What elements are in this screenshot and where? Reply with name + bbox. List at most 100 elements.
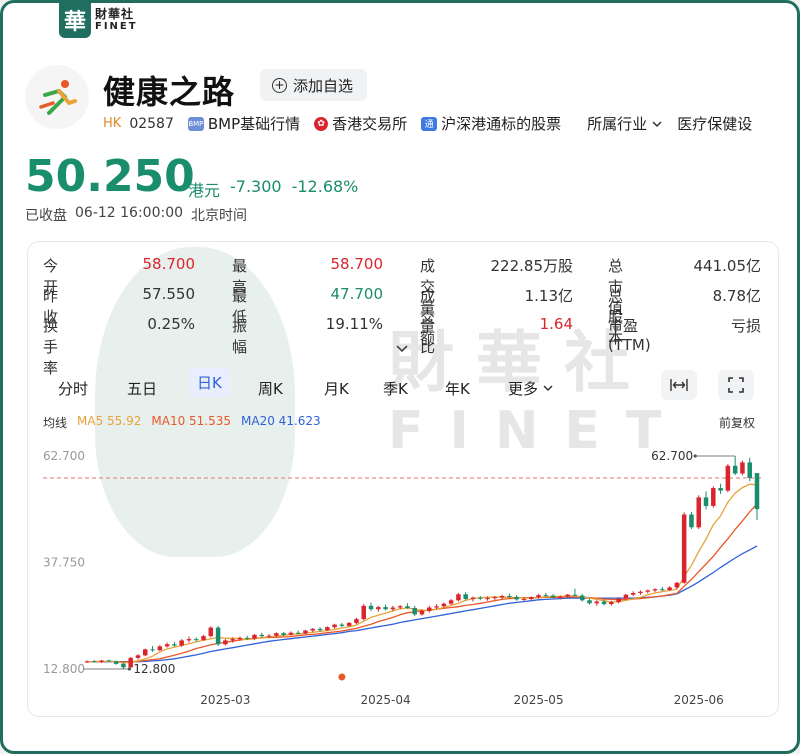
adjustment-selector[interactable]: 前复权	[719, 414, 755, 431]
candle-body	[441, 603, 447, 607]
market-time: 06-12 16:00:00	[75, 205, 184, 221]
candle-body	[288, 632, 294, 635]
add-to-watchlist-label: 添加自选	[293, 76, 354, 95]
candle-body	[572, 594, 578, 596]
candle-body	[281, 633, 286, 635]
y-tick-label: 62.700	[43, 449, 85, 463]
candle-body	[703, 497, 709, 506]
candle-body	[448, 600, 454, 604]
ma5-value: MA5 55.92	[77, 414, 142, 428]
candlestick-chart[interactable]: 62.700 37.750 12.800 62.700 12.800 2025-03 202…	[43, 443, 763, 711]
stock-code: 02587	[129, 115, 174, 132]
candle-body	[434, 606, 439, 608]
x-tick-label: 2025-06	[674, 693, 724, 707]
tab-yearly-k[interactable]: 年K	[445, 378, 470, 399]
tab-weekly-k[interactable]: 周K	[258, 378, 283, 399]
candle-body	[696, 497, 701, 528]
expand-quote-button[interactable]	[395, 343, 409, 359]
candle-body	[427, 607, 432, 611]
candle-body	[514, 596, 519, 600]
candle-body	[193, 639, 199, 641]
candle-body	[478, 597, 483, 599]
candle-body	[346, 622, 352, 626]
x-tick-label: 2025-05	[513, 693, 563, 707]
chevron-down-icon	[652, 120, 662, 127]
candle-body	[106, 660, 112, 662]
fit-width-button[interactable]	[661, 370, 697, 400]
currency-label: 港元	[188, 181, 221, 200]
hk-flag-icon: ✿	[314, 116, 329, 131]
stock-tag-row: HK 02587 BMP BMP基础行情 ✿ 香港交易所 通 沪深港通标的股票 …	[103, 113, 797, 134]
ma10-value: MA10 51.535	[151, 414, 232, 428]
tab-more[interactable]: 更多	[508, 378, 554, 399]
candle-body	[740, 462, 745, 474]
candle-body	[754, 473, 760, 510]
candle-body	[390, 607, 396, 610]
candle-body	[244, 637, 250, 639]
tag-bmp[interactable]: BMP BMP基础行情	[187, 113, 300, 134]
brand-name-cn: 財華社	[95, 7, 135, 21]
tab-intraday[interactable]: 分时	[58, 378, 88, 399]
candle-body	[201, 636, 206, 640]
candle-body	[84, 661, 90, 663]
event-marker-icon	[338, 673, 346, 681]
last-price: 50.250	[25, 151, 195, 202]
candle-body	[652, 589, 658, 591]
candle-body	[354, 619, 359, 623]
tag-hkex-label: 香港交易所	[332, 115, 408, 133]
quote-label: 振幅	[232, 317, 248, 356]
finet-brand-logo: 華 財華社 FINET	[55, 3, 147, 40]
industry-value[interactable]: 医疗保健设	[677, 113, 752, 134]
tag-hkex[interactable]: ✿ 香港交易所	[314, 113, 407, 134]
candle-body	[536, 595, 541, 598]
candle-body	[274, 633, 279, 636]
candle-body	[463, 594, 468, 599]
fullscreen-icon	[728, 377, 744, 393]
finet-seal-icon: 華	[59, 3, 91, 38]
tag-connect[interactable]: 通 沪深港通标的股票	[421, 113, 561, 134]
quote-value: 8.78亿	[712, 287, 761, 305]
candle-body	[587, 600, 592, 604]
candle-body	[405, 606, 410, 608]
price-change: -7.300	[230, 177, 282, 196]
quote-value: 0.25%	[147, 315, 195, 333]
quote-value: 58.700	[330, 255, 384, 273]
candle-body	[470, 597, 476, 599]
ma20-value: MA20 41.623	[241, 414, 321, 428]
tab-five-day[interactable]: 五日	[127, 378, 157, 399]
price-change-group: 港元 -7.300 -12.68%	[188, 177, 358, 201]
brand-name-en: FINET	[95, 21, 138, 32]
plus-circle-icon: +	[272, 77, 287, 93]
fit-width-icon	[670, 379, 688, 391]
quote-value: 57.550	[142, 285, 196, 303]
candle-body	[616, 598, 621, 602]
candle-body	[310, 628, 316, 631]
candle-body	[259, 634, 265, 637]
candle-body	[630, 593, 636, 595]
connect-icon: 通	[421, 116, 438, 131]
candle-body	[237, 637, 243, 640]
candle-body	[660, 589, 665, 591]
candle-body	[361, 605, 366, 620]
quote-value: 1.13亿	[524, 287, 573, 305]
tab-daily-k[interactable]: 日K	[189, 368, 230, 397]
candle-body	[674, 582, 680, 588]
candle-body	[550, 595, 556, 598]
tab-monthly-k[interactable]: 月K	[324, 378, 349, 399]
candle-body	[558, 596, 563, 598]
candle-body	[295, 632, 301, 634]
candle-body	[412, 607, 417, 615]
candle-body	[383, 607, 388, 610]
candle-body	[594, 601, 600, 604]
fullscreen-button[interactable]	[718, 370, 754, 400]
industry-dropdown[interactable]: 所属行业	[587, 113, 663, 134]
candle-body	[303, 630, 308, 634]
candle-body	[223, 640, 228, 645]
candle-body	[135, 655, 141, 658]
candle-body	[325, 627, 330, 631]
candle-body	[623, 594, 629, 599]
tab-quarterly-k[interactable]: 季K	[383, 378, 408, 399]
add-to-watchlist-button[interactable]: + 添加自选	[260, 69, 368, 101]
candle-body	[747, 462, 752, 478]
candle-body	[92, 661, 97, 663]
